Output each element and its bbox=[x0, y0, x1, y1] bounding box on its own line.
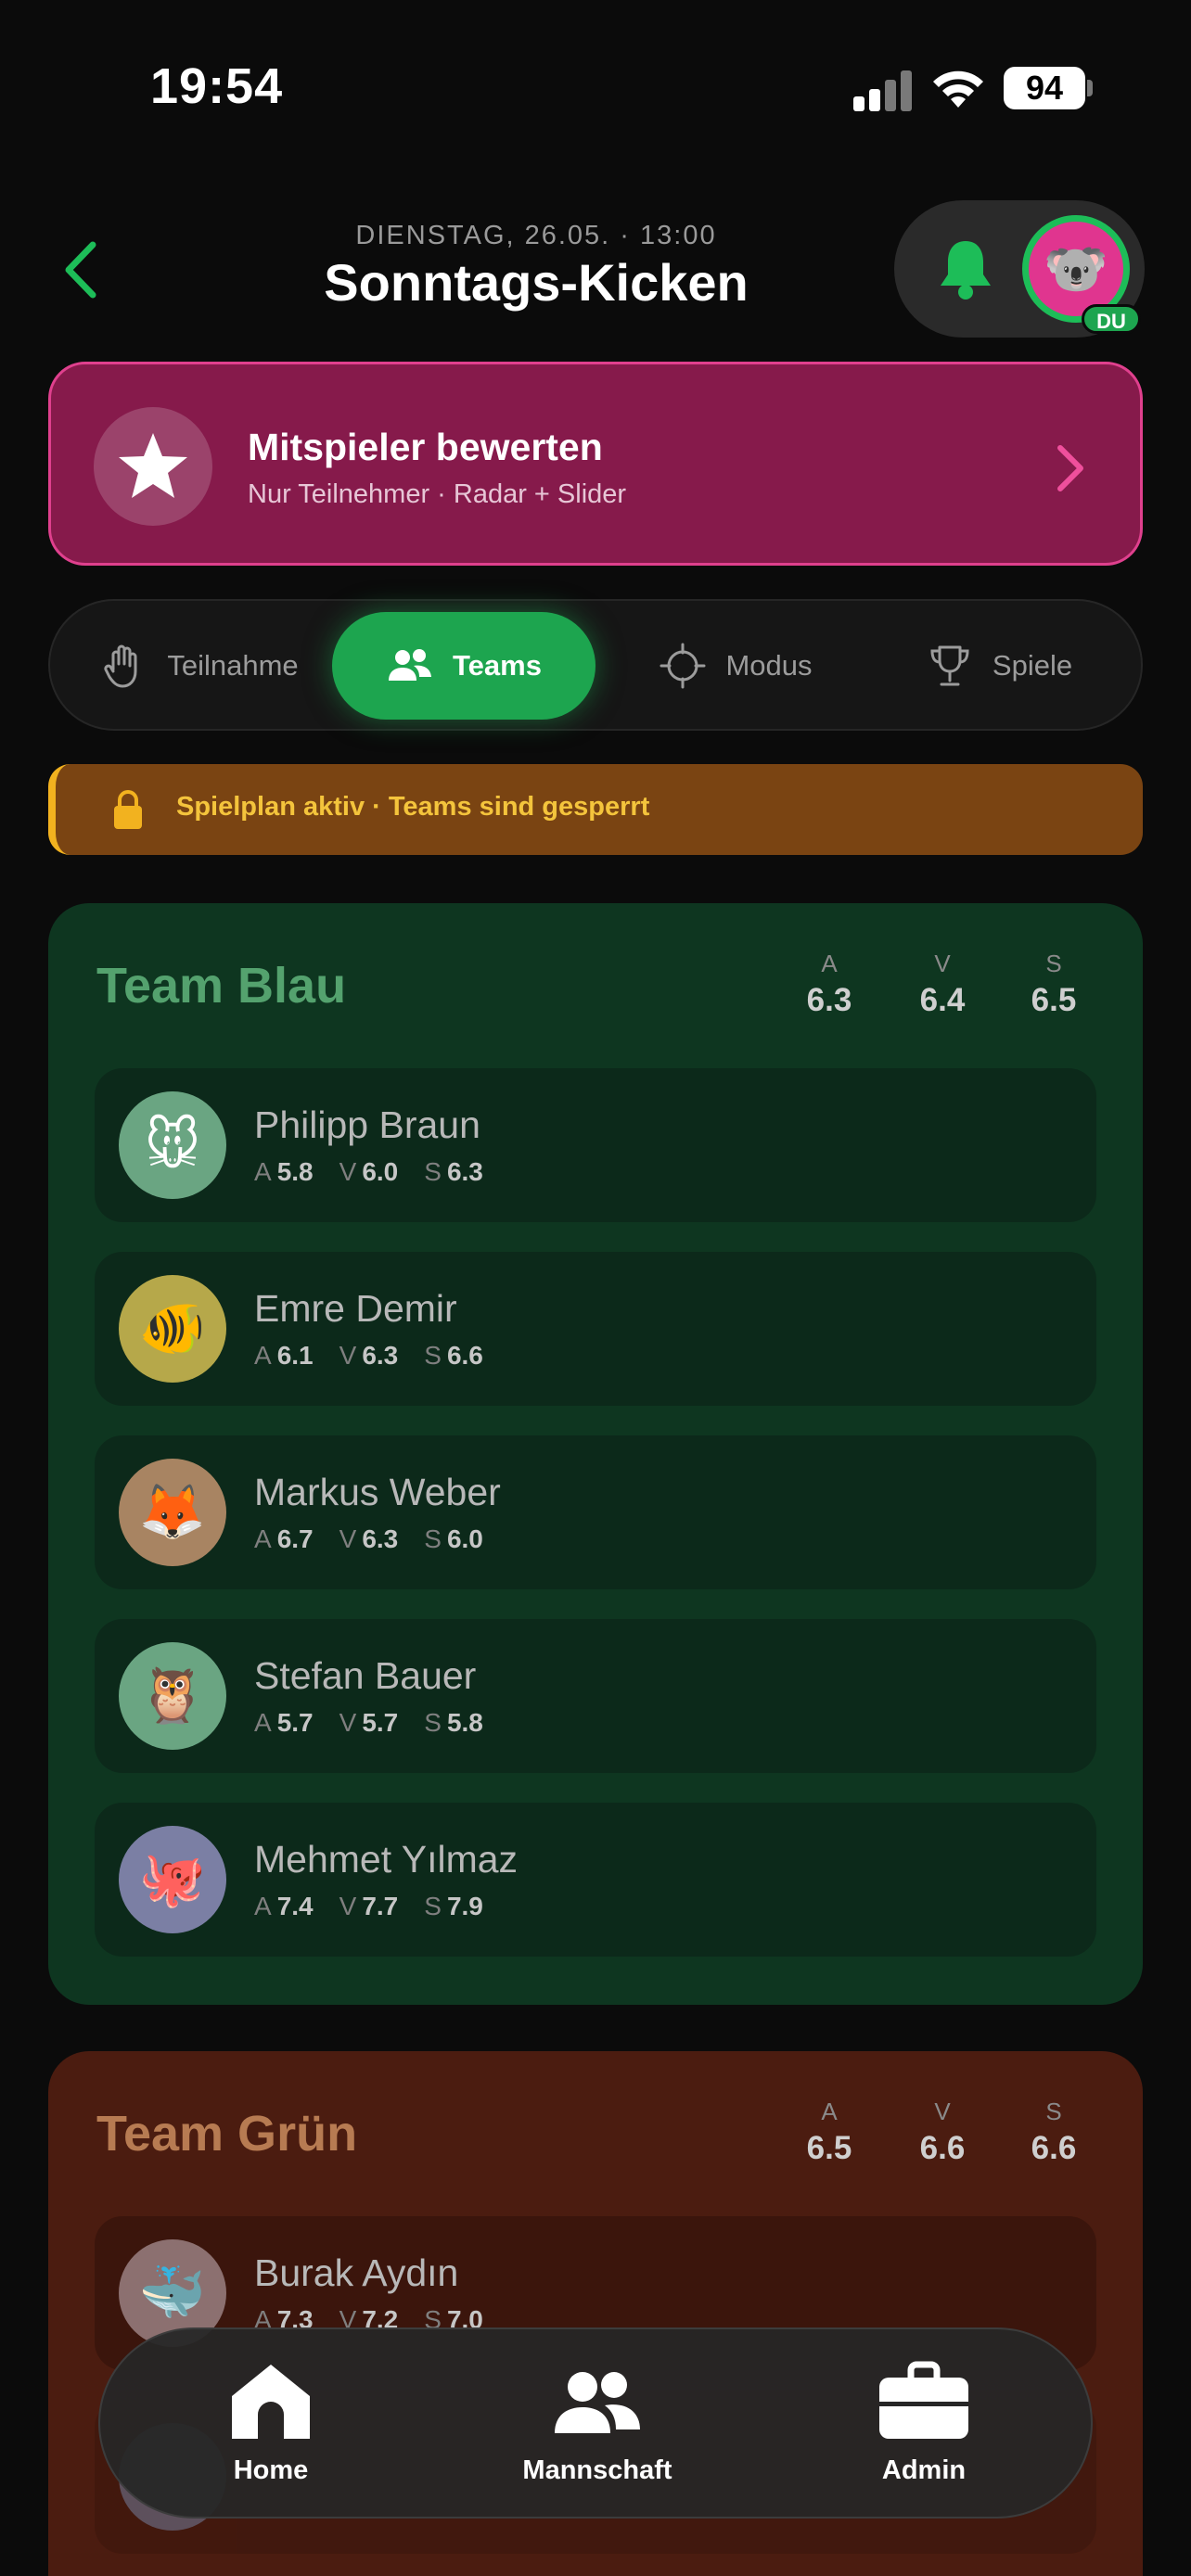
team-card-blau: Team Blau A 6.3 V 6.4 S 6.5 🐭 Philipp Br… bbox=[48, 903, 1143, 2005]
home-icon bbox=[232, 2365, 310, 2439]
stat-value: 6.6 bbox=[919, 2130, 966, 2166]
player-avatar: 🐠 bbox=[119, 1275, 226, 1383]
hand-icon bbox=[104, 644, 137, 688]
lock-icon bbox=[114, 790, 142, 829]
player-stats: A 5.8 V 6.0 S 6.3 bbox=[254, 1157, 483, 1186]
stat-key: S bbox=[1045, 2098, 1062, 2125]
tab-label: Spiele bbox=[992, 649, 1073, 682]
player-stats: A 6.1 V 6.3 S 6.6 bbox=[254, 1341, 483, 1370]
player-name: Emre Demir bbox=[254, 1287, 457, 1330]
users-icon bbox=[389, 649, 432, 681]
player-row[interactable]: 🐠 Emre Demir A 6.1 V 6.3 S 6.6 bbox=[95, 1252, 1096, 1406]
stat-value: 6.3 bbox=[806, 982, 852, 1018]
rate-title: Mitspieler bewerten bbox=[248, 426, 603, 468]
player-avatar: 🦊 bbox=[119, 1459, 226, 1566]
player-row[interactable]: 🦊 Markus Weber A 6.7 V 6.3 S 6.0 bbox=[95, 1435, 1096, 1589]
team-stat-s: S 6.6 bbox=[1007, 2098, 1100, 2167]
rate-subtitle: Nur Teilnehmer · Radar + Slider bbox=[248, 479, 627, 509]
tab-spiele[interactable]: Spiele bbox=[874, 612, 1124, 720]
player-stats: A 5.7 V 5.7 S 5.8 bbox=[254, 1708, 483, 1737]
briefcase-icon bbox=[879, 2361, 968, 2439]
stat-value: 6.5 bbox=[1031, 982, 1077, 1018]
star-icon bbox=[119, 433, 187, 498]
tab-label: Teams bbox=[453, 649, 542, 682]
battery-nub bbox=[1087, 80, 1093, 96]
nav-mannschaft[interactable]: Mannschaft bbox=[477, 2361, 718, 2486]
trophy-icon bbox=[930, 645, 969, 686]
lock-text: Spielplan aktiv · Teams sind gesperrt bbox=[176, 792, 650, 822]
stat-key: A bbox=[821, 2098, 838, 2125]
nav-label: Admin bbox=[881, 2455, 967, 2485]
stat-key: V bbox=[934, 950, 951, 977]
tab-teilnahme[interactable]: Teilnahme bbox=[74, 612, 325, 720]
status-bar: 19:54 94 bbox=[0, 0, 1191, 176]
bell-icon[interactable] bbox=[935, 236, 996, 302]
player-stats: A 7.4 V 7.7 S 7.9 bbox=[254, 1892, 483, 1920]
tab-label: Teilnahme bbox=[167, 649, 299, 682]
player-row[interactable]: 🐙 Mehmet Yılmaz A 7.4 V 7.7 S 7.9 bbox=[95, 1803, 1096, 1957]
tab-label: Modus bbox=[725, 649, 813, 682]
nav-label: Mannschaft bbox=[522, 2455, 672, 2485]
rate-teammates-banner[interactable]: Mitspieler bewerten Nur Teilnehmer · Rad… bbox=[48, 362, 1143, 566]
stat-value: 6.5 bbox=[806, 2130, 852, 2166]
stat-key: V bbox=[934, 2098, 951, 2125]
team-stat-v: V 6.6 bbox=[896, 2098, 989, 2167]
team-icon bbox=[555, 2372, 640, 2433]
tab-modus[interactable]: Modus bbox=[610, 612, 861, 720]
player-name: Stefan Bauer bbox=[254, 1654, 477, 1697]
nav-label: Home bbox=[233, 2455, 309, 2485]
cellular-signal-icon bbox=[853, 69, 913, 111]
bottom-navigation: Home Mannschaft Admin bbox=[98, 2327, 1093, 2519]
chevron-right-icon bbox=[1057, 445, 1083, 491]
star-icon-circle bbox=[94, 407, 212, 526]
player-name: Markus Weber bbox=[254, 1471, 501, 1513]
battery-level: 94 bbox=[1004, 67, 1085, 109]
player-stats: A 6.7 V 6.3 S 6.0 bbox=[254, 1524, 483, 1553]
team-name: Team Blau bbox=[96, 958, 347, 1014]
player-row[interactable]: 🦉 Stefan Bauer A 5.7 V 5.7 S 5.8 bbox=[95, 1619, 1096, 1773]
stat-key: A bbox=[821, 950, 838, 977]
team-stat-a: A 6.3 bbox=[783, 950, 876, 1019]
section-tabs: Teilnahme Teams Modus Spiele bbox=[48, 599, 1143, 731]
lock-banner: Spielplan aktiv · Teams sind gesperrt bbox=[48, 764, 1143, 855]
team-name: Team Grün bbox=[96, 2106, 358, 2162]
player-name: Philipp Braun bbox=[254, 1103, 480, 1146]
wifi-icon bbox=[933, 70, 983, 108]
player-name: Burak Aydın bbox=[254, 2251, 459, 2294]
status-time: 19:54 bbox=[150, 58, 284, 114]
player-avatar: 🐭 bbox=[119, 1091, 226, 1199]
stat-value: 6.4 bbox=[919, 982, 966, 1018]
stat-key: S bbox=[1045, 950, 1062, 977]
player-name: Mehmet Yılmaz bbox=[254, 1838, 519, 1881]
user-badge: DU bbox=[1082, 304, 1141, 334]
nav-home[interactable]: Home bbox=[150, 2361, 391, 2486]
crosshair-icon bbox=[660, 643, 706, 689]
team-stat-v: V 6.4 bbox=[896, 950, 989, 1019]
team-stat-a: A 6.5 bbox=[783, 2098, 876, 2167]
player-avatar: 🦉 bbox=[119, 1642, 226, 1750]
team-stat-s: S 6.5 bbox=[1007, 950, 1100, 1019]
tab-teams[interactable]: Teams bbox=[332, 612, 596, 720]
player-row[interactable]: 🐭 Philipp Braun A 5.8 V 6.0 S 6.3 bbox=[95, 1068, 1096, 1222]
player-avatar: 🐙 bbox=[119, 1826, 226, 1933]
stat-value: 6.6 bbox=[1031, 2130, 1077, 2166]
nav-admin[interactable]: Admin bbox=[803, 2361, 1044, 2486]
